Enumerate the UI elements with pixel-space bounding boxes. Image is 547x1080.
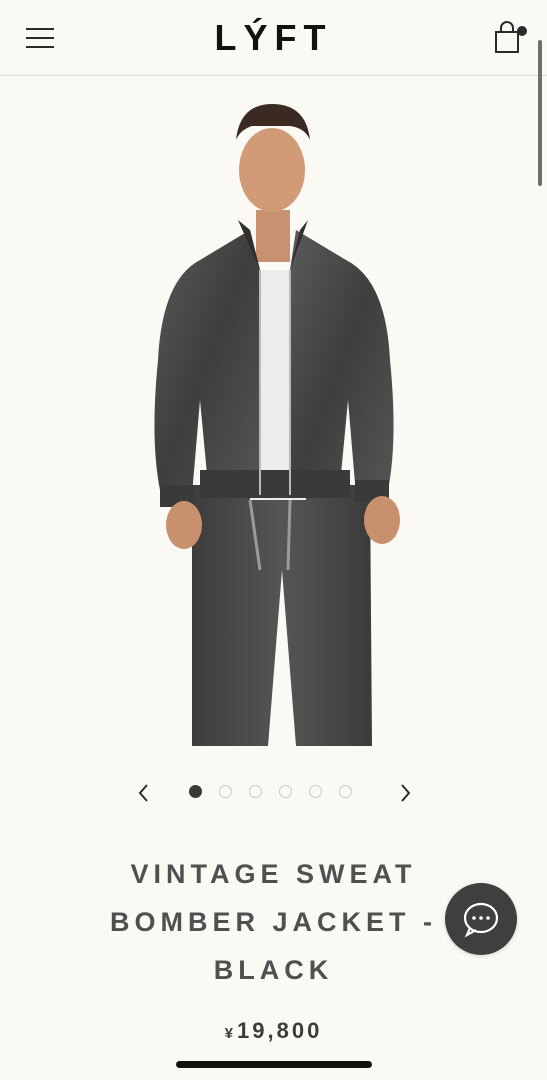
gallery-dot[interactable] xyxy=(279,785,292,798)
chat-button[interactable] xyxy=(445,883,517,955)
product-title-line: BLACK xyxy=(213,955,334,985)
chevron-left-icon[interactable] xyxy=(131,780,157,806)
price-value: 19,800 xyxy=(237,1018,323,1043)
gallery-dot[interactable] xyxy=(249,785,262,798)
scrollbar[interactable] xyxy=(538,40,542,186)
site-logo[interactable]: LÝFT xyxy=(0,16,547,60)
product-page: LÝFT VINTAGE SWEAT BOMBER JACKET - BLACK… xyxy=(0,0,547,1080)
gallery-dot[interactable] xyxy=(219,785,232,798)
product-title-line: BOMBER JACKET - xyxy=(109,907,437,937)
currency-symbol: ¥ xyxy=(224,1025,237,1042)
shopping-bag-icon[interactable] xyxy=(490,20,530,56)
gallery-dot[interactable] xyxy=(339,785,352,798)
gallery-dot[interactable] xyxy=(189,785,202,798)
chat-bubble-icon xyxy=(463,902,499,938)
gallery-dot[interactable] xyxy=(309,785,322,798)
product-title-line: VINTAGE SWEAT xyxy=(130,859,417,889)
product-title: VINTAGE SWEAT BOMBER JACKET - BLACK xyxy=(40,850,507,994)
product-price: ¥19,800 xyxy=(0,1018,547,1044)
product-photo[interactable] xyxy=(100,100,445,746)
gallery-dots xyxy=(189,785,352,801)
chevron-right-icon[interactable] xyxy=(392,780,418,806)
site-header: LÝFT xyxy=(0,0,547,76)
home-indicator[interactable] xyxy=(176,1061,372,1068)
